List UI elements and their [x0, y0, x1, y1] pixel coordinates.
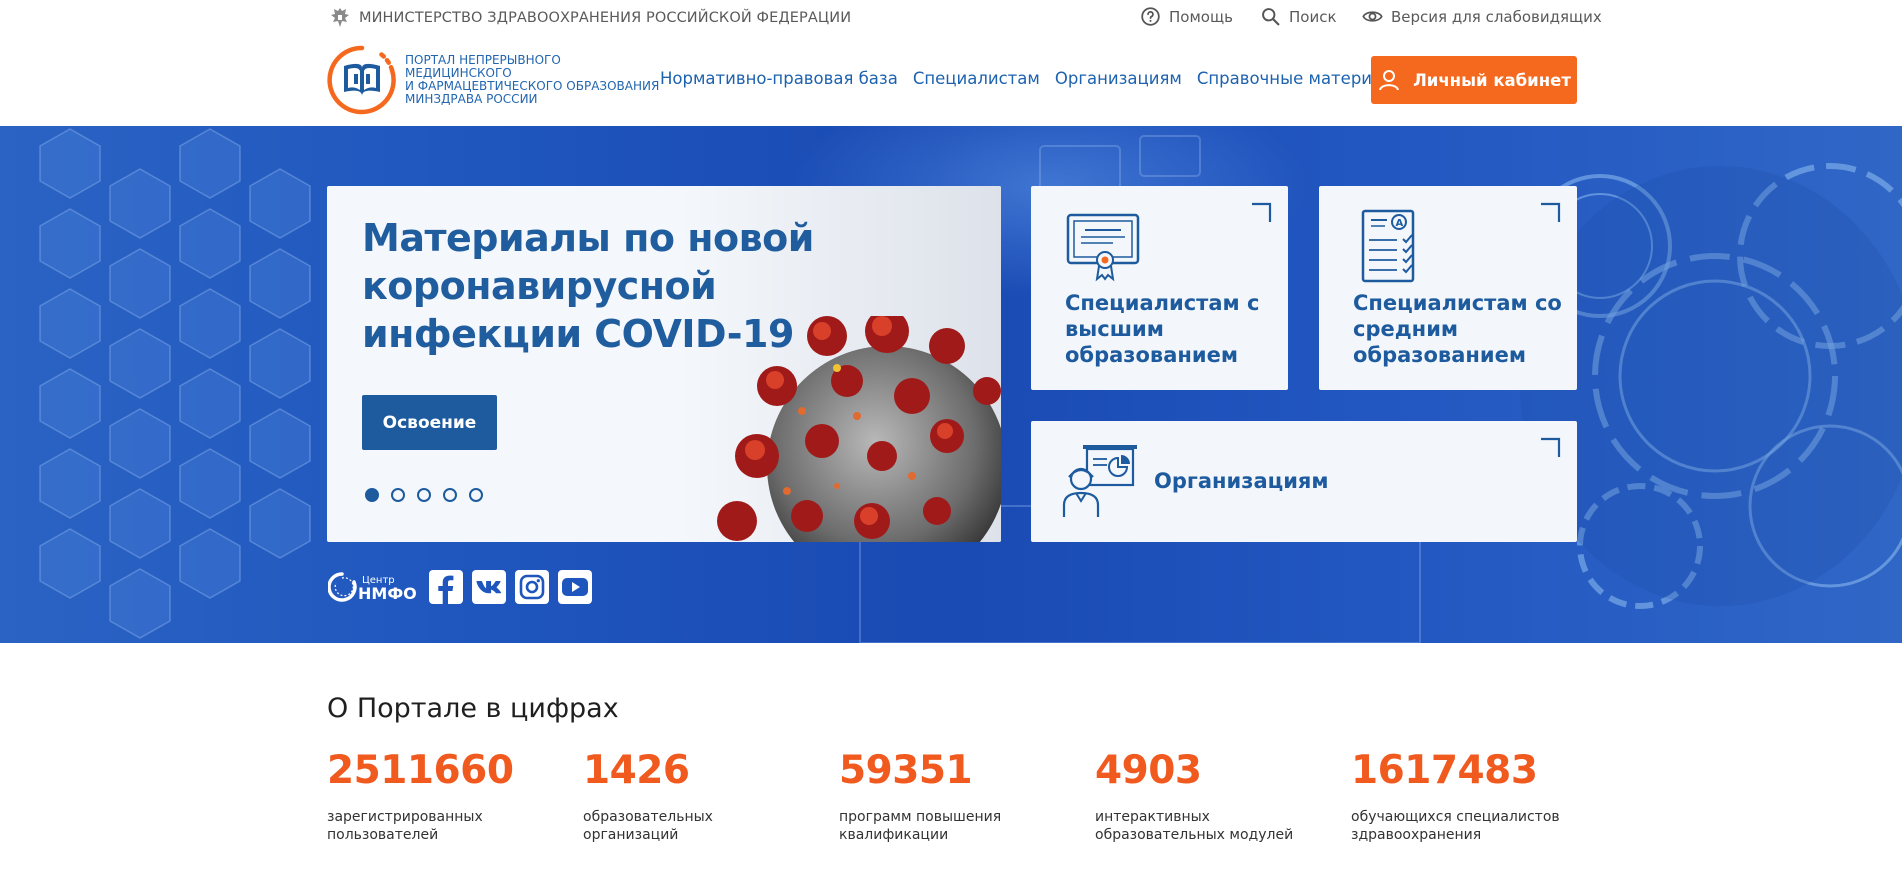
search-label: Поиск [1289, 7, 1337, 26]
covid-slide[interactable]: Материалы по новой коронавирусной инфекц… [327, 186, 1001, 542]
slider-dot[interactable] [417, 488, 431, 502]
slider-dot[interactable] [469, 488, 483, 502]
nmfo-big-label: НМФО [358, 584, 417, 603]
corner-arrow-icon [1541, 202, 1561, 222]
card-middle-education[interactable]: A Специалистам со средним образованием [1319, 186, 1577, 390]
checklist-icon: A [1361, 209, 1415, 283]
search-link[interactable]: Поиск [1260, 6, 1337, 27]
nav-specialists[interactable]: Специалистам [913, 69, 1040, 88]
stat-label: интерактивных образовательных модулей [1095, 809, 1294, 843]
stat-item: 1426 образовательных организаций [583, 748, 823, 844]
stat-value: 59351 [839, 748, 973, 793]
stats-title: О Портале в цифрах [327, 693, 619, 724]
youtube-icon[interactable] [558, 570, 592, 604]
corner-arrow-icon [1252, 202, 1272, 222]
portal-name-line: МИНЗДРАВА РОССИИ [405, 92, 538, 106]
nmfo-center-link[interactable]: Центр НМФО [328, 570, 420, 604]
card-organizations[interactable]: Организациям [1031, 421, 1577, 542]
svg-text:A: A [1396, 218, 1404, 229]
portal-name[interactable]: ПОРТАЛ НЕПРЕРЫВНОГО МЕДИЦИНСКОГО И ФАРМА… [405, 54, 659, 106]
nmfo-logo: Центр НМФО [328, 572, 417, 603]
facebook-icon[interactable] [429, 570, 463, 604]
slider-dot[interactable] [391, 488, 405, 502]
stat-value: 1426 [583, 748, 690, 793]
accessibility-link[interactable]: Версия для слабовидящих [1362, 6, 1602, 27]
stat-item: 59351 программ повышения квалификации [839, 748, 1079, 844]
portal-logo[interactable] [326, 44, 398, 116]
card-organizations-label: Организациям [1154, 469, 1329, 493]
nav-legal-base[interactable]: Нормативно-правовая база [660, 69, 898, 88]
ministry-link[interactable]: МИНИСТЕРСТВО ЗДРАВООХРАНЕНИЯ РОССИЙСКОЙ … [328, 6, 851, 30]
nav-organizations[interactable]: Организациям [1055, 69, 1182, 88]
stat-label: обучающихся специалистов здравоохранения [1351, 809, 1560, 843]
corner-arrow-icon [1541, 437, 1561, 457]
search-icon [1262, 8, 1280, 26]
instagram-icon[interactable] [515, 570, 549, 604]
stat-label: зарегистрированных пользователей [327, 809, 483, 843]
main-nav: Нормативно-правовая база Специалистам Ор… [660, 69, 1406, 88]
slider-dot[interactable] [365, 488, 379, 502]
help-icon [1141, 7, 1160, 26]
site-header: ПОРТАЛ НЕПРЕРЫВНОГО МЕДИЦИНСКОГО И ФАРМА… [0, 34, 1902, 126]
vk-icon[interactable] [472, 570, 506, 604]
stat-value: 4903 [1095, 748, 1202, 793]
slider-dots [365, 488, 483, 502]
card-middle-education-label: Специалистам со средним образованием [1353, 291, 1562, 367]
emblem-icon [331, 8, 349, 27]
stat-value: 2511660 [327, 748, 514, 793]
accessibility-label: Версия для слабовидящих [1391, 7, 1602, 26]
slide-title: Материалы по новой коронавирусной инфекц… [362, 216, 814, 356]
help-link[interactable]: Помощь [1140, 6, 1233, 27]
stat-item: 4903 интерактивных образовательных модул… [1095, 748, 1335, 844]
stat-value: 1617483 [1351, 748, 1538, 793]
card-higher-education[interactable]: Специалистам с высшим образованием [1031, 186, 1288, 390]
eye-icon [1362, 11, 1383, 22]
ministry-name: МИНИСТЕРСТВО ЗДРАВООХРАНЕНИЯ РОССИЙСКОЙ … [359, 10, 852, 26]
social-links: Центр НМФО [328, 570, 592, 604]
card-higher-education-label: Специалистам с высшим образованием [1065, 291, 1260, 367]
diploma-icon [1066, 213, 1140, 282]
stat-item: 1617483 обучающихся специалистов здравоо… [1351, 748, 1591, 844]
presentation-icon [1062, 445, 1137, 517]
stat-label: образовательных организаций [583, 809, 713, 843]
personal-cabinet-button[interactable]: Личный кабинет [1371, 56, 1577, 104]
personal-cabinet-label: Личный кабинет [1413, 70, 1571, 90]
stat-item: 2511660 зарегистрированных пользователей [327, 748, 567, 844]
user-icon [1379, 70, 1400, 91]
stat-label: программ повышения квалификации [839, 809, 1002, 843]
help-label: Помощь [1169, 7, 1233, 26]
top-strip: МИНИСТЕРСТВО ЗДРАВООХРАНЕНИЯ РОССИЙСКОЙ … [0, 0, 1902, 34]
slide-action-button[interactable]: Освоение [362, 395, 497, 450]
slider-dot[interactable] [443, 488, 457, 502]
hero-banner: Материалы по новой коронавирусной инфекц… [0, 126, 1902, 643]
